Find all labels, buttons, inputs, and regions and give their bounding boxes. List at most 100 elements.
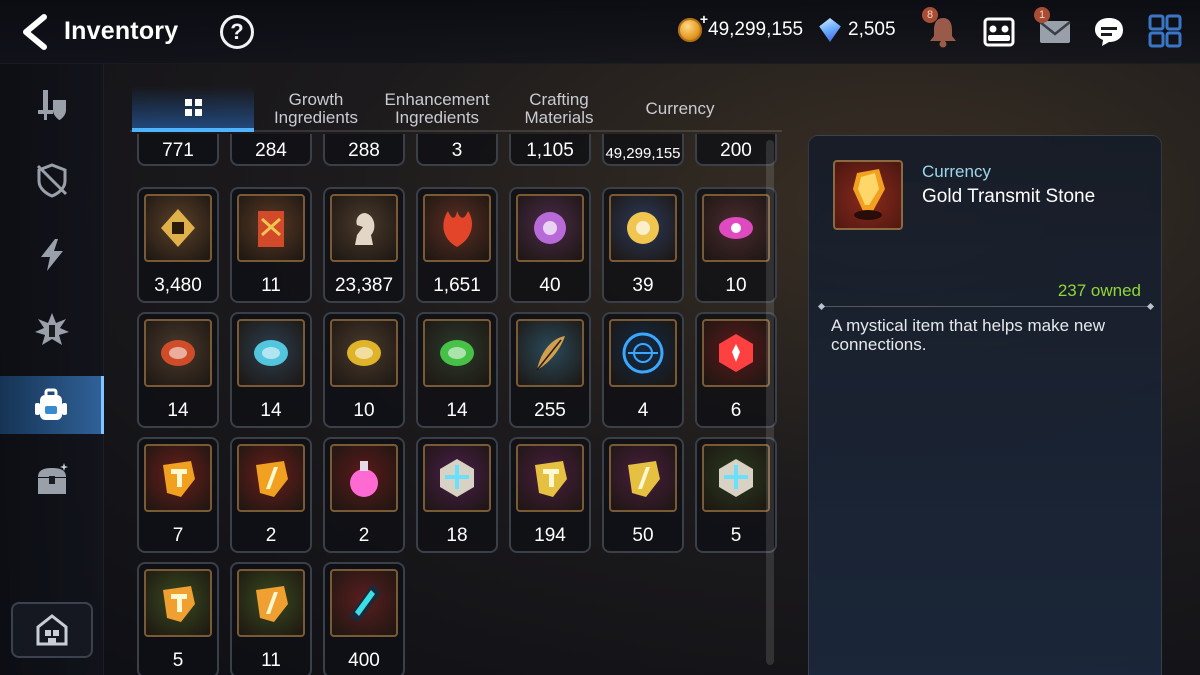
item-slot[interactable]: 4 [602, 312, 684, 428]
item-icon-frame [423, 194, 491, 262]
grid-scrollbar[interactable] [766, 140, 774, 665]
item-quantity: 49,299,155 [605, 145, 681, 162]
home-button[interactable] [11, 602, 93, 658]
item-slot[interactable]: 23,387 [323, 187, 405, 303]
item-slot[interactable]: 2 [230, 437, 312, 553]
item-slot[interactable]: 50 [602, 437, 684, 553]
item-quantity: 11 [261, 650, 281, 671]
sidebar-item-equipment[interactable] [0, 76, 104, 134]
item-quantity: 288 [348, 140, 380, 161]
item-icon-frame [702, 194, 770, 262]
sidebar-item-catalysts[interactable] [0, 226, 104, 284]
item-slot[interactable]: 5 [695, 437, 777, 553]
item-slot[interactable]: 18 [416, 437, 498, 553]
mail-badge: 1 [1034, 7, 1050, 23]
tab-growth-ingredients[interactable]: Growth Ingredients [258, 86, 374, 132]
item-quantity: 39 [632, 275, 654, 296]
notifications-button[interactable]: 8 [922, 7, 962, 50]
light-rune-icon [347, 340, 381, 366]
category-tabs: Growth Ingredients Enhancement Ingredien… [130, 86, 782, 132]
fist-emblem-icon [161, 209, 195, 247]
item-quantity: 194 [534, 525, 566, 546]
tab-all[interactable] [132, 86, 254, 132]
detail-item-name: Gold Transmit Stone [922, 186, 1096, 207]
item-slot[interactable]: 2 [323, 437, 405, 553]
purple-cross-stone-icon [440, 459, 474, 497]
sidebar-item-imprint[interactable] [0, 301, 104, 359]
item-slot[interactable]: 40 [509, 187, 591, 303]
item-quantity: 255 [534, 400, 566, 421]
sidebar-item-chests[interactable] [0, 451, 104, 509]
item-icon-frame [330, 569, 398, 637]
item-quantity: 10 [353, 400, 375, 421]
item-slot[interactable]: 284 [230, 134, 312, 166]
item-slot[interactable]: 288 [323, 134, 405, 166]
item-slot[interactable]: 10 [695, 187, 777, 303]
burst-icon [35, 313, 69, 345]
tab-currency[interactable]: Currency [624, 86, 736, 132]
knight-chess-icon [355, 213, 375, 245]
item-slot[interactable]: 11 [230, 187, 312, 303]
chat-bubble-icon [1095, 18, 1123, 46]
sidebar-item-items[interactable] [0, 376, 104, 434]
item-quantity: 5 [730, 525, 742, 546]
item-slot[interactable]: 39 [602, 187, 684, 303]
item-icon-frame [144, 569, 212, 637]
item-quantity: 4 [637, 400, 649, 421]
item-icon-frame [423, 444, 491, 512]
item-slot[interactable]: 1,105 [509, 134, 591, 166]
item-slot[interactable]: 7 [137, 437, 219, 553]
gem-counter[interactable]: 2,505 [818, 18, 896, 42]
dark-shard-icon [349, 584, 381, 622]
earth-rune-icon [440, 340, 474, 366]
item-slot[interactable]: 49,299,155 [602, 134, 684, 166]
gem-amount: 2,505 [848, 19, 896, 40]
item-slot[interactable]: 3 [416, 134, 498, 166]
ice-rune-icon [254, 340, 288, 366]
sword-shield-icon [38, 90, 66, 120]
item-slot[interactable]: 14 [230, 312, 312, 428]
item-slot[interactable]: 11 [230, 562, 312, 675]
item-slot[interactable]: 771 [137, 134, 219, 166]
item-quantity: 3,480 [154, 275, 202, 296]
item-slot[interactable]: 14 [416, 312, 498, 428]
help-button[interactable]: ? [220, 15, 254, 49]
purple-stone-t-icon [535, 461, 567, 497]
item-icon-frame [144, 319, 212, 387]
friends-button[interactable] [980, 12, 1018, 50]
item-slot[interactable]: 3,480 [137, 187, 219, 303]
back-button[interactable] [18, 14, 52, 50]
item-icon-frame [237, 319, 305, 387]
item-slot[interactable]: 400 [323, 562, 405, 675]
item-slot[interactable]: 200 [695, 134, 777, 166]
item-quantity: 200 [720, 140, 752, 161]
sidebar-item-artifacts[interactable] [0, 151, 104, 209]
item-slot[interactable]: 10 [323, 312, 405, 428]
item-icon-frame [516, 194, 584, 262]
green-cross-stone-icon [719, 459, 753, 497]
item-slot[interactable]: 1,651 [416, 187, 498, 303]
item-slot[interactable]: 5 [137, 562, 219, 675]
red-stone-t-icon [163, 461, 195, 497]
item-slot[interactable]: 194 [509, 437, 591, 553]
tab-crafting-materials[interactable]: Crafting Materials [508, 86, 610, 132]
item-slot[interactable]: 14 [137, 312, 219, 428]
menu-button[interactable] [1146, 12, 1184, 50]
item-quantity: 3 [451, 140, 463, 161]
chat-button[interactable] [1090, 12, 1128, 50]
item-icon-frame [702, 319, 770, 387]
gold-counter[interactable]: + 49,299,155 [678, 11, 804, 42]
gold-transmit-stone-icon [853, 169, 885, 220]
item-slot[interactable]: 6 [695, 312, 777, 428]
detail-divider [821, 306, 1151, 307]
item-icon-frame [516, 444, 584, 512]
item-grid: 771 284 288 3 1,105 49,299,155 200 3,480 11 23,38… [130, 134, 782, 675]
item-quantity: 6 [730, 400, 742, 421]
gold-amount: 49,299,155 [708, 19, 804, 40]
gold-coin-icon: + [678, 11, 708, 42]
item-quantity: 5 [172, 650, 184, 671]
tab-enhancement-ingredients[interactable]: Enhancement Ingredients [378, 86, 496, 132]
mail-button[interactable]: 1 [1034, 7, 1074, 50]
item-detail-panel: Currency Gold Transmit Stone 237 owned A… [808, 135, 1162, 675]
item-slot[interactable]: 255 [509, 312, 591, 428]
